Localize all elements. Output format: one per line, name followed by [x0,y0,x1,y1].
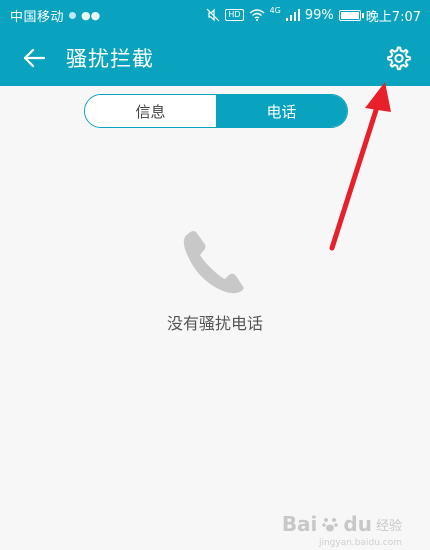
settings-button[interactable] [384,44,412,72]
carrier-label: 中国移动 [10,9,65,25]
tab-messages[interactable]: 信息 [85,95,216,127]
watermark-sub: 经验 [375,518,402,534]
paw-icon [322,518,339,532]
hd-badge: HD [225,9,244,21]
wifi-icon [249,9,265,21]
phone-icon [183,231,244,294]
wechat-icon: ●● [81,8,101,22]
status-right: HD 4G 99% 晚上7:07 [206,6,421,25]
app-bar: 骚扰拦截 [0,30,430,86]
tab-calls[interactable]: 电话 [216,95,347,127]
battery-percent: 99% [304,7,334,23]
status-bar: 中国移动 ●● HD 4G 99% 晚上7:07 [0,0,430,30]
baidu-watermark: Bai du 经验 [282,512,402,536]
status-left: 中国移动 ●● [10,6,100,25]
battery-icon [338,9,364,21]
battery-level-fill [340,11,359,19]
arrow-left-icon [23,48,46,68]
empty-state-message: 没有骚扰电话 [166,314,263,333]
notification-dot-icon [69,11,77,19]
mute-icon [206,8,220,22]
page-title: 骚扰拦截 [66,47,154,71]
network-type-label: 4G [269,6,281,15]
gear-icon [387,46,411,71]
back-button[interactable] [6,30,62,86]
signal-icon [285,9,300,21]
watermark-brand: Bai [281,512,318,536]
clock: 晚上7:07 [365,9,421,25]
watermark-url: jingyan.baidu.com [318,538,402,548]
tab-switcher: 信息 电话 [84,94,348,128]
watermark-brand-suffix: du [343,512,372,536]
